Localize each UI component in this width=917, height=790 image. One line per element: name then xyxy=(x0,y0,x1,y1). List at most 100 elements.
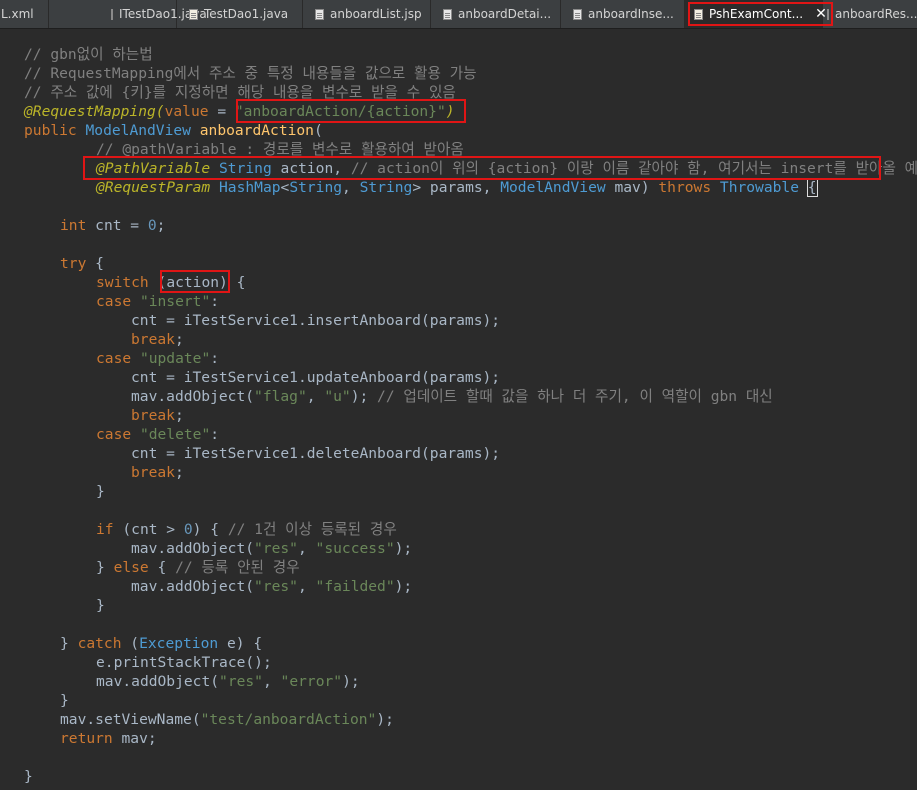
code-line: } xyxy=(96,596,105,615)
code-line: cnt = iTestService1.insertAnboard(params… xyxy=(131,311,500,330)
type: String xyxy=(219,160,281,177)
brace: } xyxy=(60,692,69,709)
tab-label: L.xml xyxy=(1,7,34,21)
variable: e xyxy=(96,654,105,671)
method-call: insertAnboard xyxy=(306,312,421,329)
comment: // 등록 안된 경우 xyxy=(175,559,300,576)
tab-anboardresult[interactable]: anboardRes... xyxy=(823,0,917,28)
code-editor[interactable]: // gbn없이 하는법 // RequestMapping에서 주소 중 특정… xyxy=(0,29,917,790)
code-line: int cnt = 0; xyxy=(60,216,165,235)
colon: : xyxy=(210,350,220,367)
brace: { xyxy=(157,559,176,576)
dot: . xyxy=(157,578,167,595)
semicolon: ; xyxy=(174,407,184,424)
paren: ( xyxy=(122,521,132,538)
paren: ) xyxy=(640,179,659,196)
code-line: // gbn없이 하는법 xyxy=(24,45,153,64)
variable: cnt xyxy=(131,312,158,329)
comment: // @pathVariable : 경로를 변수로 활용하여 받아옴 xyxy=(96,141,464,158)
colon: : xyxy=(210,293,220,310)
code-line: } else { // 등록 안된 경우 xyxy=(96,558,300,577)
comma: , xyxy=(297,578,316,595)
type: String xyxy=(359,179,413,196)
code-line: } xyxy=(60,691,69,710)
parameter: action xyxy=(280,160,334,177)
brace: { xyxy=(806,178,818,197)
brace: { xyxy=(95,255,104,272)
operator: = xyxy=(208,103,235,120)
variable: mav xyxy=(131,578,158,595)
tab-label: anboardList.jsp xyxy=(330,7,422,21)
brace: { xyxy=(227,274,246,291)
code-line: try { xyxy=(60,254,104,273)
comma: , xyxy=(482,179,501,196)
code-line: } catch (Exception e) { xyxy=(60,634,262,653)
operator: > xyxy=(157,521,184,538)
comma: , xyxy=(262,673,281,690)
semicolon: ; xyxy=(147,730,157,747)
keyword: catch xyxy=(77,635,131,652)
tab-testdao1[interactable]: TestDao1.java xyxy=(177,0,303,28)
object: iTestService1 xyxy=(183,369,298,386)
method-call: addObject xyxy=(166,388,246,405)
annotation: @PathVariable xyxy=(96,160,220,177)
comment: // 1건 이상 등록된 경우 xyxy=(227,521,397,538)
semicolon: ; xyxy=(174,464,184,481)
dot: . xyxy=(104,654,114,671)
semicolon: ; xyxy=(156,217,166,234)
colon: : xyxy=(210,426,220,443)
paren: ) { xyxy=(235,635,263,652)
code-line: case "update": xyxy=(96,349,219,368)
paren: ( xyxy=(157,274,167,291)
tab-xml[interactable]: L.xml xyxy=(0,0,49,28)
string: "u" xyxy=(324,388,351,405)
java-file-icon xyxy=(189,8,198,20)
paren: ( xyxy=(245,578,255,595)
keyword: switch xyxy=(96,274,158,291)
paren: ); xyxy=(394,540,413,557)
variable: mav xyxy=(121,730,148,747)
object: iTestService1 xyxy=(183,445,298,462)
tab-label: anboardDetai... xyxy=(458,7,552,21)
code-line: case "delete": xyxy=(96,425,219,444)
comma: , xyxy=(333,160,351,177)
code-line: mav.addObject("res", "error"); xyxy=(96,672,360,691)
tab-pshexamcontroller[interactable]: PshExamCont... ✕ xyxy=(685,0,833,28)
tab-anboardinsert[interactable]: anboardInse... xyxy=(561,0,685,28)
tab-itestdao1[interactable]: ITestDao1.java xyxy=(49,0,207,28)
type: String xyxy=(289,179,343,196)
paren: ); xyxy=(482,445,501,462)
code-line: break; xyxy=(131,463,184,482)
variable: mav xyxy=(131,540,158,557)
type: ModelAndView xyxy=(85,122,200,139)
code-line: // 주소 값에 {키}를 지정하면 해당 내용을 변수로 받을 수 있음 xyxy=(24,83,456,102)
java-file-icon xyxy=(694,8,703,20)
code-line: switch (action) { xyxy=(96,273,245,292)
dot: . xyxy=(86,711,96,728)
operator: < xyxy=(280,179,290,196)
code-line: e.printStackTrace(); xyxy=(96,653,272,672)
variable: cnt xyxy=(131,445,158,462)
tab-anboardlist[interactable]: anboardList.jsp xyxy=(303,0,431,28)
brace: } xyxy=(60,635,78,652)
variable: cnt xyxy=(95,217,122,234)
paren: ( xyxy=(245,540,255,557)
keyword: throws xyxy=(658,179,720,196)
parameter: mav xyxy=(614,179,641,196)
argument: params xyxy=(429,445,483,462)
comma: , xyxy=(297,540,316,557)
request-mapping-path: "anboardAction/{action}" xyxy=(234,103,446,120)
paren: ); xyxy=(482,312,501,329)
string: "res" xyxy=(254,540,298,557)
paren: ) xyxy=(219,274,228,291)
paren: ); xyxy=(342,673,360,690)
jsp-file-icon xyxy=(443,8,452,20)
keyword: break xyxy=(131,464,175,481)
string: "res" xyxy=(219,673,263,690)
comment: // 업데이트 할때 값을 하나 더 주기, 이 역할이 gbn 대신 xyxy=(377,388,773,405)
dot: . xyxy=(157,388,167,405)
paren: ( xyxy=(245,388,255,405)
string: "insert" xyxy=(139,293,211,310)
paren: ( xyxy=(313,122,323,139)
tab-anboarddetail[interactable]: anboardDetai... xyxy=(431,0,561,28)
